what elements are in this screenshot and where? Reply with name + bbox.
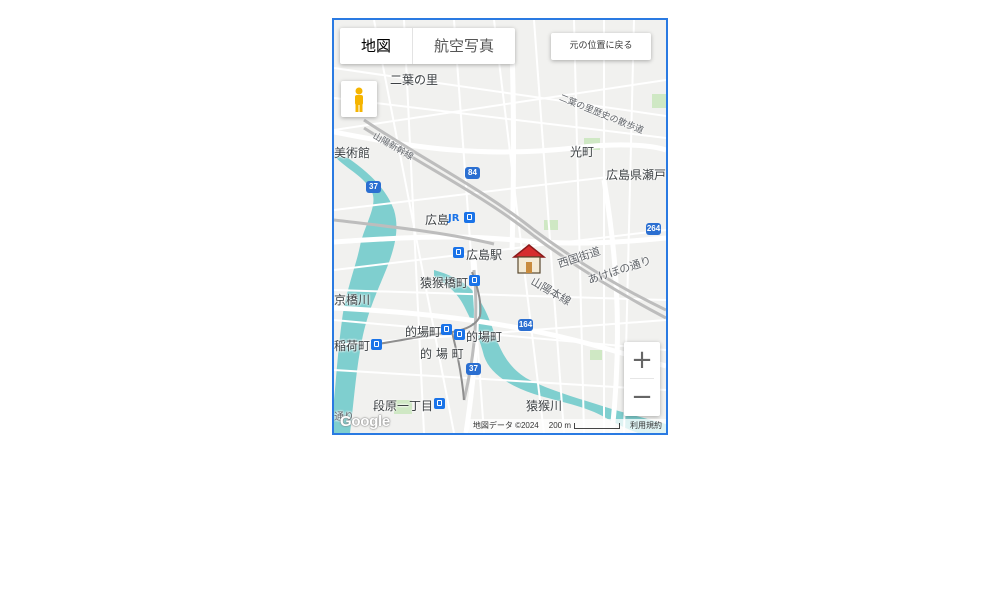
map-label: 美術館 xyxy=(334,146,371,160)
google-logo: Google xyxy=(340,413,390,430)
tab-map[interactable]: 地図 xyxy=(340,28,412,64)
scale-bar xyxy=(574,422,620,429)
tram-stop-icon[interactable] xyxy=(453,247,464,258)
zoom-control: + − xyxy=(624,342,660,416)
route-shield: 264 xyxy=(646,223,661,235)
map-label: 猿猴橋町 xyxy=(420,276,469,290)
map-attribution: 地図データ ©2024 xyxy=(472,421,539,430)
map-label: 的場町 xyxy=(405,325,442,339)
map-type-tabs: 地図 航空写真 xyxy=(340,28,516,64)
route-shield: 37 xyxy=(466,363,481,375)
route-shield: 37 xyxy=(366,181,381,193)
house-marker-icon[interactable] xyxy=(510,241,548,275)
pegman-icon xyxy=(355,87,363,112)
train-station-icon[interactable] xyxy=(464,212,475,223)
scale-indicator[interactable]: 200 m xyxy=(549,419,620,433)
jr-icon: JR xyxy=(448,213,460,224)
tram-stop-icon[interactable] xyxy=(454,329,465,340)
zoom-in-button[interactable]: + xyxy=(624,342,660,378)
reset-position-button[interactable]: 元の位置に戻る xyxy=(551,33,651,60)
scale-label: 200 m xyxy=(548,421,571,430)
pegman-button[interactable] xyxy=(341,81,377,117)
map-label: 猿猴川 xyxy=(526,399,563,413)
tram-stop-icon[interactable] xyxy=(371,339,382,350)
map-label: 広島駅 xyxy=(466,248,503,262)
terms-link[interactable]: 利用規約 xyxy=(630,419,662,433)
map-label: 的 場 町 xyxy=(420,347,464,361)
route-shield: 164 xyxy=(518,319,533,331)
tram-stop-icon[interactable] xyxy=(434,398,445,409)
route-shield: 84 xyxy=(465,167,480,179)
map-label: 二葉の里 xyxy=(390,73,439,87)
map-label: 光町 xyxy=(570,145,595,159)
tram-stop-icon[interactable] xyxy=(441,324,452,335)
map-label: 京橋川 xyxy=(334,293,371,307)
zoom-out-button[interactable]: − xyxy=(624,379,660,415)
map-label: 広島 xyxy=(425,213,450,227)
tram-stop-icon[interactable] xyxy=(469,275,480,286)
map-footer: 地図データ ©2024 200 m 利用規約 xyxy=(468,419,666,433)
map-label: 広島県瀬戸 xyxy=(606,168,667,182)
map-label: 的場町 xyxy=(466,330,503,344)
tab-satellite[interactable]: 航空写真 xyxy=(412,28,515,64)
map-label: 稲荷町 xyxy=(334,339,371,353)
map-canvas[interactable] xyxy=(334,20,666,433)
map-widget[interactable]: 二葉の里 二葉の里歴史の散歩道 山陽新幹線 美術館 光町 広島県瀬戸 広島 広島… xyxy=(332,18,668,435)
map-label: 段原一丁目 xyxy=(373,399,434,413)
